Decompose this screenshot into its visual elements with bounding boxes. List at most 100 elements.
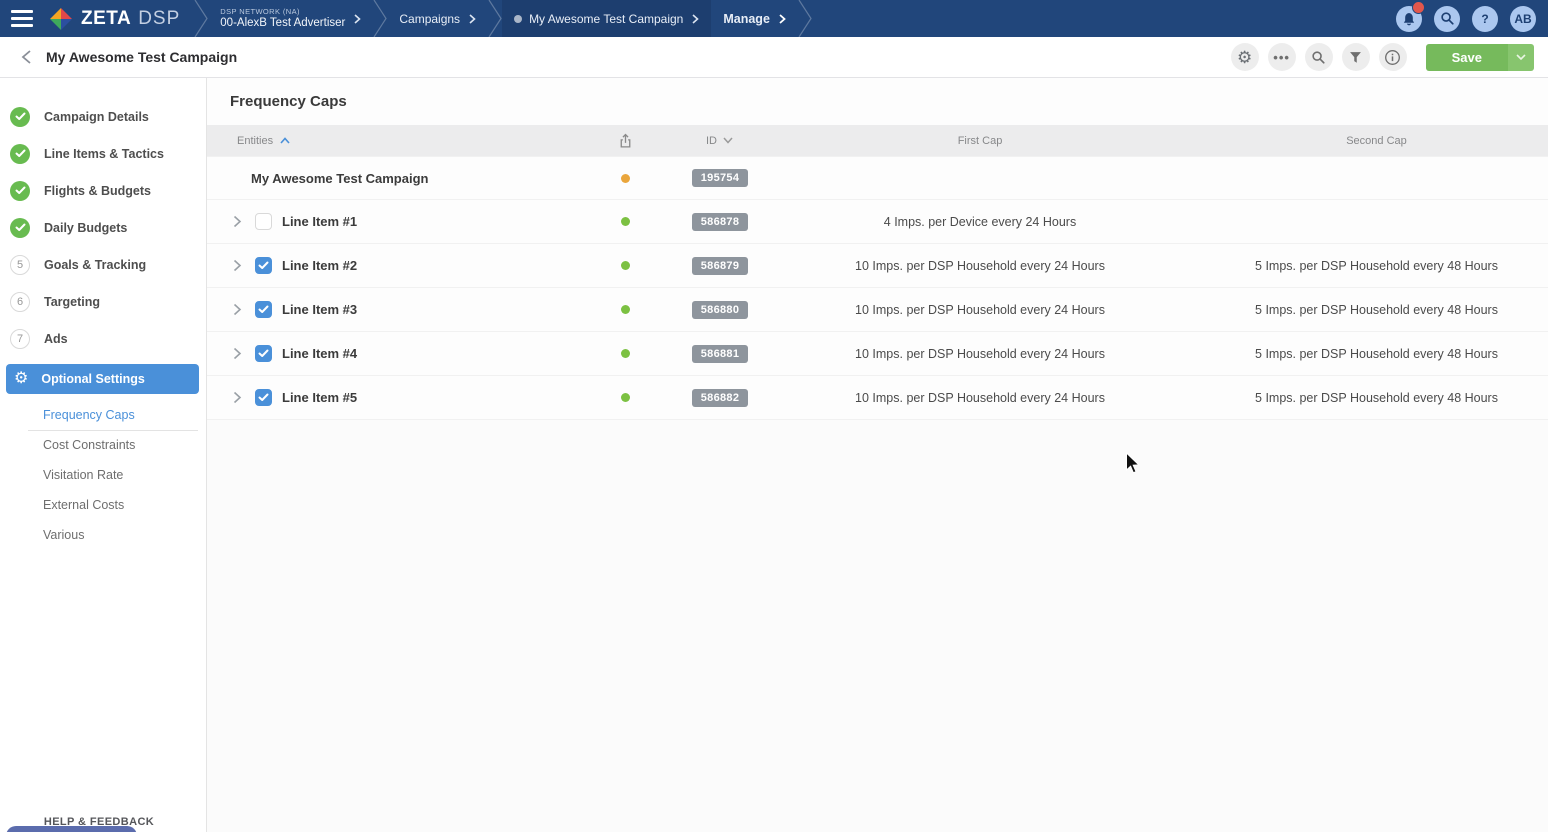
filter-button[interactable] [1342, 43, 1370, 71]
column-header-id[interactable]: ID [685, 135, 755, 147]
sidebar-step-label: Goals & Tracking [44, 258, 146, 272]
sidebar-step[interactable]: Campaign Details [0, 98, 206, 135]
settings-button[interactable]: ⚙ [1231, 43, 1259, 71]
global-search-button[interactable] [1434, 6, 1460, 32]
status-dot [621, 393, 630, 402]
sort-ascending-icon [279, 136, 291, 145]
row-checkbox[interactable] [255, 301, 272, 318]
sidebar-step-label: Targeting [44, 295, 100, 309]
expand-chevron-icon[interactable] [233, 303, 249, 316]
table-row[interactable]: Line Item #2 586879 10 Imps. per DSP Hou… [207, 244, 1548, 288]
avatar-initials: AB [1514, 12, 1531, 26]
zeta-diamond-icon [48, 6, 74, 32]
second-cap-value: 5 Imps. per DSP Household every 48 Hours [1205, 391, 1548, 405]
page-title: My Awesome Test Campaign [46, 49, 237, 65]
sidebar-steps: Campaign Details Line Items & Tactics Fl… [0, 98, 206, 357]
column-header-second-cap[interactable]: Second Cap [1205, 135, 1548, 147]
sidebar-step-label: Campaign Details [44, 110, 149, 124]
notifications-button[interactable] [1396, 6, 1422, 32]
expand-chevron-icon[interactable] [233, 347, 249, 360]
section-title-bar: Frequency Caps [207, 78, 1548, 125]
first-cap-value: 4 Imps. per Device every 24 Hours [755, 215, 1205, 229]
chevron-down-icon [1516, 54, 1526, 61]
sidebar-step[interactable]: Flights & Budgets [0, 172, 206, 209]
entity-name: Line Item #2 [282, 258, 357, 273]
sidebar-sub-item[interactable]: Frequency Caps [0, 400, 206, 430]
sidebar-sub-item[interactable]: Various [0, 520, 206, 550]
breadcrumb-manage-label: Manage [723, 12, 770, 26]
expand-chevron-icon[interactable] [233, 391, 249, 404]
column-header-status[interactable] [565, 132, 685, 150]
table-row[interactable]: My Awesome Test Campaign 195754 [207, 156, 1548, 200]
row-checkbox[interactable] [255, 345, 272, 362]
campaign-setup-sidebar: Campaign Details Line Items & Tactics Fl… [0, 78, 207, 832]
breadcrumb-current-campaign[interactable]: My Awesome Test Campaign [502, 0, 711, 37]
optional-settings-label: Optional Settings [41, 372, 144, 386]
filter-funnel-icon [1348, 50, 1363, 65]
chat-widget-pill[interactable] [6, 826, 137, 832]
top-nav-bar: ZETA DSP DSP NETWORK (NA) 00-AlexB Test … [0, 0, 1548, 37]
id-badge: 586879 [692, 257, 749, 275]
status-dot [621, 174, 630, 183]
sidebar-sub-item[interactable]: External Costs [0, 490, 206, 520]
id-badge: 586878 [692, 213, 749, 231]
sidebar-sub-item-label: Various [43, 528, 84, 542]
sidebar-sub-item-label: External Costs [43, 498, 124, 512]
back-chevron-icon [21, 49, 32, 65]
logo-brand-text: ZETA [81, 8, 131, 30]
more-options-button[interactable]: ••• [1268, 43, 1296, 71]
user-avatar[interactable]: AB [1510, 6, 1536, 32]
row-checkbox[interactable] [255, 257, 272, 274]
page-header-bar: My Awesome Test Campaign ⚙ ••• [0, 37, 1548, 78]
expand-chevron-icon[interactable] [233, 215, 249, 228]
row-checkbox[interactable] [255, 213, 272, 230]
campaign-status-dot-icon [514, 15, 522, 23]
notification-badge [1412, 1, 1425, 14]
sidebar-sub-item-label: Visitation Rate [43, 468, 123, 482]
section-title: Frequency Caps [230, 93, 347, 110]
sidebar-step[interactable]: 7 Ads [0, 320, 206, 357]
sidebar-step[interactable]: Line Items & Tactics [0, 135, 206, 172]
help-button[interactable]: ? [1472, 6, 1498, 32]
sidebar-step[interactable]: 5 Goals & Tracking [0, 246, 206, 283]
table-row[interactable]: Line Item #1 586878 4 Imps. per Device e… [207, 200, 1548, 244]
breadcrumb-separator-icon [488, 0, 502, 37]
info-button[interactable] [1379, 43, 1407, 71]
breadcrumb-campaigns[interactable]: Campaigns [387, 0, 488, 37]
id-header-label: ID [706, 135, 717, 147]
sidebar-item-optional-settings[interactable]: ⚙ Optional Settings [6, 364, 199, 394]
sidebar-sub-item-label: Cost Constraints [43, 438, 135, 452]
sidebar-step[interactable]: Daily Budgets [0, 209, 206, 246]
table-row[interactable]: Line Item #5 586882 10 Imps. per DSP Hou… [207, 376, 1548, 420]
hamburger-menu-button[interactable] [0, 0, 44, 37]
back-button[interactable] [14, 45, 38, 69]
app-logo[interactable]: ZETA DSP [44, 0, 194, 37]
breadcrumb-advertiser[interactable]: DSP NETWORK (NA) 00-AlexB Test Advertise… [208, 0, 373, 37]
question-mark-icon: ? [1481, 12, 1488, 26]
chevron-right-icon [469, 14, 476, 24]
column-header-entities[interactable]: Entities [207, 135, 565, 147]
breadcrumb-advertiser-label: 00-AlexB Test Advertiser [220, 16, 345, 30]
row-checkbox[interactable] [255, 389, 272, 406]
id-badge: 586882 [692, 389, 749, 407]
step-number: 6 [10, 292, 30, 312]
breadcrumb-network-label: DSP NETWORK (NA) [220, 7, 345, 16]
sidebar-step[interactable]: 6 Targeting [0, 283, 206, 320]
step-complete-check-icon [10, 144, 30, 164]
step-number: 7 [10, 329, 30, 349]
column-header-first-cap[interactable]: First Cap [755, 135, 1205, 147]
save-dropdown-button[interactable] [1508, 44, 1534, 71]
search-button[interactable] [1305, 43, 1333, 71]
sidebar-sub-item[interactable]: Cost Constraints [0, 430, 206, 460]
save-button[interactable]: Save [1426, 44, 1508, 71]
expand-chevron-icon[interactable] [233, 259, 249, 272]
check-icon [258, 305, 269, 314]
sidebar-sub-item[interactable]: Visitation Rate [0, 460, 206, 490]
second-cap-header-label: Second Cap [1346, 135, 1407, 147]
breadcrumb-manage[interactable]: Manage [711, 0, 798, 37]
table-row[interactable]: Line Item #3 586880 10 Imps. per DSP Hou… [207, 288, 1548, 332]
table-row[interactable]: Line Item #4 586881 10 Imps. per DSP Hou… [207, 332, 1548, 376]
sidebar-step-label: Ads [44, 332, 68, 346]
step-number: 5 [10, 255, 30, 275]
chevron-right-icon [779, 14, 786, 24]
